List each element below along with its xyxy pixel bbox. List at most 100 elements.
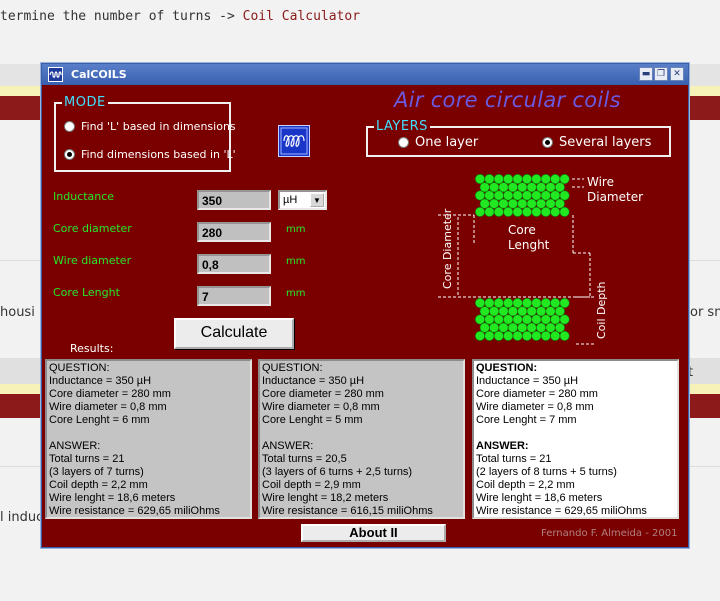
wire-turn xyxy=(522,206,533,217)
wire-turn xyxy=(545,182,556,193)
core-length-label: Core Lenght xyxy=(53,286,120,299)
wire-turn xyxy=(550,314,561,325)
wire-turn xyxy=(554,306,565,317)
mode-option-label: Find dimensions based in 'L' xyxy=(81,148,236,161)
background-fragment: l induc xyxy=(0,510,44,525)
calculate-button[interactable]: Calculate xyxy=(174,318,294,349)
minimize-button[interactable]: ▬ xyxy=(639,67,653,81)
wire-turn xyxy=(507,322,518,333)
result-line: (3 layers of 7 turns) xyxy=(49,466,144,478)
result-line: Core diameter = 280 mm xyxy=(262,388,384,400)
chevron-down-icon[interactable]: ▼ xyxy=(310,193,324,207)
results-label: Results: xyxy=(70,342,114,355)
result-spacer xyxy=(49,427,248,440)
radio-selected-icon[interactable] xyxy=(64,149,75,160)
app-icon xyxy=(48,67,63,82)
window-titlebar[interactable]: CalCOILS ▬ ❐ ✕ xyxy=(42,64,688,85)
result-heading: QUESTION: xyxy=(476,362,538,374)
layers-option-label: One layer xyxy=(415,135,479,150)
wire-turn xyxy=(507,306,518,317)
radio-selected-icon[interactable] xyxy=(542,137,553,148)
wire-turn xyxy=(498,182,509,193)
about-button[interactable]: About II xyxy=(301,524,446,542)
wire-turn xyxy=(493,314,504,325)
window-title: CalCOILS xyxy=(71,68,127,81)
result-line: Wire lenght = 18,6 meters xyxy=(476,492,603,504)
wire-turn xyxy=(531,206,542,217)
result-line: Wire lenght = 18,6 meters xyxy=(49,492,176,504)
wire-turn xyxy=(512,174,523,184)
wire-turn xyxy=(550,190,561,201)
inductance-label: Inductance xyxy=(53,190,115,203)
core-diameter-input[interactable]: 280 xyxy=(197,222,271,242)
wire-turn xyxy=(503,190,514,201)
wire-turn xyxy=(474,206,485,217)
result-line: Coil depth = 2,2 mm xyxy=(476,479,575,491)
wire-turn xyxy=(522,330,533,341)
result-line: Total turns = 20,5 xyxy=(262,453,347,465)
core-length-input[interactable]: 7 xyxy=(197,286,271,306)
result-line: Core diameter = 280 mm xyxy=(49,388,171,400)
wire-diameter-unit: mm xyxy=(286,256,306,267)
inductance-unit: µH xyxy=(283,194,298,206)
wire-turn xyxy=(498,306,509,317)
wire-turn xyxy=(540,206,551,217)
inductance-input[interactable]: 350 xyxy=(197,190,271,210)
layers-option-one[interactable]: One layer xyxy=(398,135,478,150)
background-text-prefix: termine the number of turns -> xyxy=(0,9,243,24)
app-heading: Air core circular coils xyxy=(394,88,621,112)
close-button[interactable]: ✕ xyxy=(670,67,684,81)
wire-turn xyxy=(493,298,504,309)
wire-turn xyxy=(479,198,490,209)
coil-cross-section xyxy=(438,174,594,345)
layers-label: LAYERS xyxy=(374,119,430,134)
wire-turn xyxy=(493,174,504,184)
radio-icon[interactable] xyxy=(64,121,75,132)
wire-turn xyxy=(484,190,495,201)
wire-turn xyxy=(522,298,533,309)
radio-icon[interactable] xyxy=(398,137,409,148)
coil-diagram: Wire Diameter Core Lenght Core Diameter … xyxy=(432,169,682,354)
wire-turn xyxy=(540,330,551,341)
wire-turn xyxy=(554,182,565,193)
mode-option-find-l[interactable]: Find 'L' based in dimensions xyxy=(64,120,236,133)
inductance-unit-select[interactable]: µH ▼ xyxy=(278,190,327,210)
wire-turn xyxy=(489,322,500,333)
wire-turn xyxy=(559,174,570,184)
wire-turn xyxy=(559,206,570,217)
wire-turn xyxy=(474,330,485,341)
wire-turn xyxy=(503,330,514,341)
wire-turn xyxy=(489,306,500,317)
wire-turn xyxy=(503,314,514,325)
wire-turn xyxy=(484,174,495,184)
wire-turn xyxy=(474,314,485,325)
mode-option-label: Find 'L' based in dimensions xyxy=(81,120,236,133)
wire-turn xyxy=(545,198,556,209)
wire-turn xyxy=(503,298,514,309)
wire-turn xyxy=(531,174,542,184)
wire-turn xyxy=(536,306,547,317)
wire-turn xyxy=(484,298,495,309)
background-fragment: housi xyxy=(0,305,35,320)
credit-text: Fernando F. Almeida - 2001 xyxy=(541,528,678,539)
restore-button[interactable]: ❐ xyxy=(654,67,668,81)
wire-turn xyxy=(522,314,533,325)
wire-turn xyxy=(493,206,504,217)
core-diameter-caption: Core Diameter xyxy=(441,208,454,289)
layers-option-several[interactable]: Several layers xyxy=(542,135,651,150)
wire-turn xyxy=(536,322,547,333)
wire-turn xyxy=(517,198,528,209)
wire-diameter-input[interactable]: 0,8 xyxy=(197,254,271,274)
coil-depth-caption: Coil Depth xyxy=(595,281,608,339)
mode-option-find-dimensions[interactable]: Find dimensions based in 'L' xyxy=(64,148,236,161)
wire-turn xyxy=(489,198,500,209)
result-heading: QUESTION: xyxy=(49,362,110,374)
wire-turn xyxy=(479,306,490,317)
core-diameter-label: Core diameter xyxy=(53,222,132,235)
result-line: Inductance = 350 µH xyxy=(49,375,152,387)
wire-turn xyxy=(540,174,551,184)
result-line: Wire diameter = 0,8 mm xyxy=(49,401,167,413)
wire-turn xyxy=(540,190,551,201)
wire-turn xyxy=(507,182,518,193)
coil-calculator-link[interactable]: Coil Calculator xyxy=(243,9,360,24)
